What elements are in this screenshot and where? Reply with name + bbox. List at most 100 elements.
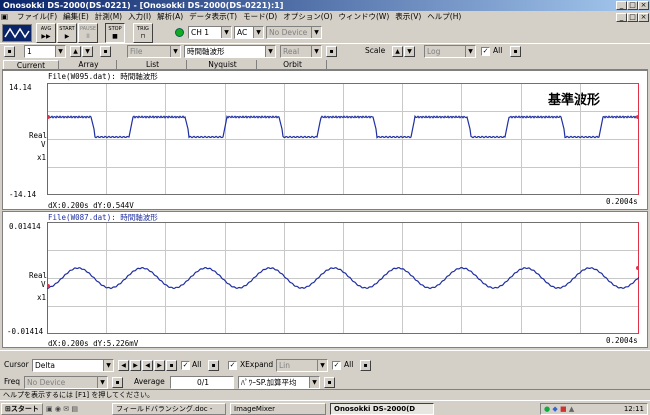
maximize-button[interactable]: □ [627,1,638,10]
tray-network-icon[interactable]: ● [544,405,550,413]
start-button[interactable]: START ▶ [57,23,77,43]
taskbar: ⊞スタート ▣ ◉ ✉ ▤ フィールドバランシング.doc - ImageMix… [0,400,650,415]
task-word-document[interactable]: フィールドバランシング.doc - [112,403,226,415]
scale-select[interactable]: Log ▼ [424,45,476,58]
coupling-select[interactable]: AC ▼ [234,26,264,39]
chevron-down-icon: ▼ [311,46,321,57]
device-select[interactable]: No Device ▼ [266,26,322,39]
freq-select[interactable]: No Device ▼ [24,376,108,389]
graph2-y-unit: V [41,280,46,289]
menu-option[interactable]: オプション(O) [280,11,335,23]
xexpand-select[interactable]: Lin ▼ [276,359,328,372]
xexpand-options-button[interactable]: ▪ [360,360,371,371]
menu-mode[interactable]: モード(D) [240,11,280,23]
graph1-y-name: Real [29,131,48,140]
cursor-options-button[interactable]: ▪ [166,360,177,371]
menu-input[interactable]: 入力(I) [125,11,154,23]
page-select[interactable]: 1 ▼ [24,45,66,58]
channel-status-icon [175,28,184,37]
scale-down-button[interactable]: ▼ [404,46,415,57]
menu-measure[interactable]: 計測(M) [92,11,125,23]
page-down-button[interactable]: ▼ [82,46,93,57]
trig-label: TRIG [137,26,149,32]
task-imagemixer-label: ImageMixer [234,405,276,413]
all-label: All [493,46,503,55]
file-select[interactable]: File ▼ [127,45,181,58]
menu-file[interactable]: ファイル(F) [14,11,60,23]
inner-maximize-button[interactable]: □ [627,13,638,22]
graph2-y-max: 0.01414 [9,222,41,231]
inner-minimize-button[interactable]: _ [616,13,627,22]
tray-security-icon[interactable]: ■ [560,405,567,413]
tab-array[interactable]: Array [61,60,117,69]
file-value: File [130,47,143,56]
menu-data-display[interactable]: データ表示(T) [186,11,240,23]
close-button[interactable]: × [638,1,649,10]
cursor-step-left-button[interactable]: ◀ [142,360,153,371]
tray-usb-icon[interactable]: ▲ [569,405,574,413]
task-onosokki[interactable]: Onosokki DS-2000(D [330,403,434,415]
average-mode-select[interactable]: ﾊﾟﾜｰSP.加算平均 ▼ [238,376,320,389]
play-icon: ▶ [64,33,70,40]
start-button[interactable]: ⊞スタート [1,403,43,415]
pause-button[interactable]: PAUSE II [78,23,98,43]
average-options-button[interactable]: ▪ [324,377,335,388]
graph1-plot[interactable] [47,83,639,195]
tab-orbit[interactable]: Orbit [259,60,327,69]
tab-current[interactable]: Current [3,60,59,70]
stop-button[interactable]: STOP ■ [105,23,125,43]
average-count-field[interactable]: 0/1 [170,376,234,389]
data-type-select[interactable]: 時間軸波形 ▼ [184,45,276,58]
cursor-marker-left [47,115,50,119]
stop-icon: ■ [112,33,118,40]
app-icon[interactable]: ▤ [71,405,78,413]
all-checkbox[interactable]: ✓ [481,47,490,56]
format-select[interactable]: Real ▼ [280,45,322,58]
minimize-button[interactable]: _ [616,1,627,10]
page-up-button[interactable]: ▲ [70,46,81,57]
xexpand-checkbox[interactable]: ✓ [228,361,237,370]
task-imagemixer[interactable]: ImageMixer [230,403,326,415]
menu-help[interactable]: ヘルプ(H) [424,11,464,23]
menu-edit[interactable]: 編集(E) [60,11,92,23]
cursor-all-checkbox[interactable]: ✓ [181,361,190,370]
fast-forward-icon: ▶▶ [41,33,51,40]
cursor-step-right-button[interactable]: ▶ [154,360,165,371]
coupling-value: AC [237,28,248,37]
display-toolbar: ▪ 1 ▼ ▲ ▼ ▪ File ▼ 時間軸波形 ▼ Real ▼ ▪ Scale ▲ … [0,43,650,59]
tray-volume-icon[interactable]: ◆ [552,405,557,413]
app-menu-icon[interactable]: ▣ [0,11,14,23]
channel-value: CH 1 [191,28,210,37]
save-icon[interactable]: ▪ [4,46,15,57]
cursor-all-options-button[interactable]: ▪ [208,360,219,371]
tab-list[interactable]: List [119,60,187,69]
menu-view[interactable]: 表示(V) [392,11,424,23]
graph2-file-label: File(W087.dat): 時間軸波形 [48,213,158,222]
format-options-button[interactable]: ▪ [326,46,337,57]
cursor-right-button[interactable]: ▶ [130,360,141,371]
graph2-cursor-readout: dX:0.200s dY:5.226mV [48,339,139,348]
graph2-y-name: Real [29,271,48,280]
avg-button[interactable]: AVG ▶▶ [36,23,56,43]
trig-button[interactable]: TRIG ⊓ [133,23,153,43]
cursor-select[interactable]: Delta ▼ [32,359,114,372]
xexpand-all-checkbox[interactable]: ✓ [332,361,341,370]
tab-nyquist[interactable]: Nyquist [189,60,257,69]
xexpand-value: Lin [279,361,291,370]
scale-up-button[interactable]: ▲ [392,46,403,57]
chevron-down-icon: ▼ [221,27,231,38]
desktop-icon[interactable]: ▣ [46,405,53,413]
menu-analysis[interactable]: 解析(A) [154,11,186,23]
all-options-button[interactable]: ▪ [510,46,521,57]
graph2-plot[interactable] [47,222,639,334]
cursor-left-button[interactable]: ◀ [118,360,129,371]
menu-window[interactable]: ウィンドウ(W) [336,11,393,23]
mail-icon[interactable]: ✉ [63,405,69,413]
inner-close-button[interactable]: × [638,13,649,22]
options-button[interactable]: ▪ [100,46,111,57]
freq-options-button[interactable]: ▪ [112,377,123,388]
channel-select[interactable]: CH 1 ▼ [188,26,232,39]
browser-icon[interactable]: ◉ [55,405,61,413]
pause-icon: II [86,33,90,40]
graph2-y-multiplier: x1 [37,293,47,302]
